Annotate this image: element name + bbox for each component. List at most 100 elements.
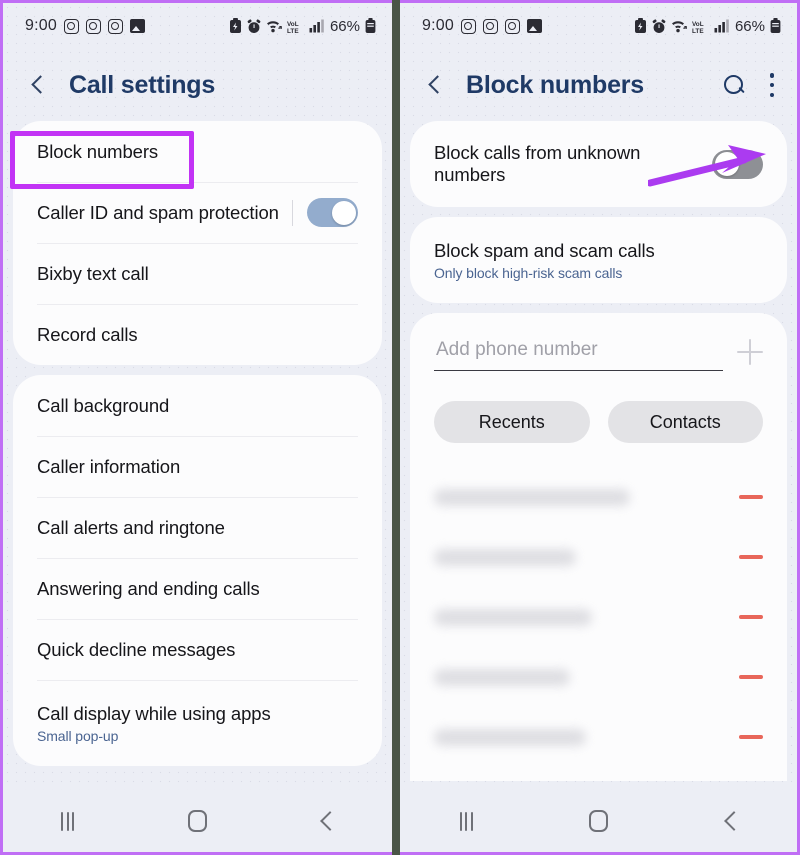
sidebar-item-caller-information[interactable]: Caller information	[13, 436, 382, 497]
sidebar-item-call-alerts-ringtone[interactable]: Call alerts and ringtone	[13, 497, 382, 558]
minus-icon[interactable]	[739, 675, 763, 679]
blocked-list-item[interactable]	[410, 467, 787, 527]
home-icon	[588, 810, 608, 832]
row-label: Call alerts and ringtone	[37, 516, 225, 538]
dual-screenshot-container: 9:00 VoL LTE 66% Call settings Block num…	[0, 0, 800, 855]
volte-icon: VoL LTE	[692, 19, 709, 34]
sidebar-item-call-background[interactable]: Call background	[13, 375, 382, 436]
row-label: Block spam and scam calls	[434, 239, 655, 261]
status-bar-right-cluster: VoL LTE 66%	[229, 18, 376, 35]
search-icon[interactable]	[721, 72, 747, 98]
caller-id-toggle[interactable]	[307, 198, 358, 227]
instagram-icon	[85, 18, 101, 34]
alarm-icon	[652, 18, 666, 34]
sidebar-item-caller-id-spam[interactable]: Caller ID and spam protection	[13, 182, 382, 243]
row-sublabel: Only block high-risk scam calls	[434, 264, 623, 281]
blurred-contact	[434, 608, 592, 626]
row-label: Quick decline messages	[37, 638, 236, 660]
add-number-line	[434, 339, 763, 371]
nav-home-button[interactable]	[563, 801, 633, 841]
sidebar-item-block-numbers[interactable]: Block numbers	[13, 121, 382, 182]
source-buttons-row: Recents Contacts	[410, 393, 787, 461]
minus-icon[interactable]	[739, 735, 763, 739]
instagram-icon	[504, 18, 520, 34]
row-text: Call display while using apps Small pop-…	[37, 703, 271, 744]
toggle-knob	[331, 200, 356, 225]
settings-group-1: Block numbers Caller ID and spam protect…	[13, 121, 382, 365]
blurred-contact	[434, 668, 570, 686]
row-text: Call alerts and ringtone	[37, 517, 225, 539]
blocked-list-item[interactable]	[410, 527, 787, 587]
sidebar-item-answering-ending-calls[interactable]: Answering and ending calls	[13, 558, 382, 619]
unknown-numbers-toggle[interactable]	[712, 149, 763, 179]
add-phone-number-input[interactable]	[434, 339, 723, 371]
alarm-icon	[247, 18, 261, 34]
sidebar-item-bixby-text-call[interactable]: Bixby text call	[13, 243, 382, 304]
toggle-wrap	[712, 149, 763, 179]
status-time: 9:00	[25, 17, 57, 34]
gallery-icon	[129, 19, 145, 33]
minus-icon[interactable]	[739, 615, 763, 619]
signal-strength-icon	[309, 19, 324, 33]
minus-icon[interactable]	[739, 495, 763, 499]
status-bar-right-cluster: VoL LTE 66%	[634, 18, 781, 35]
blurred-name	[434, 668, 570, 686]
toggle-wrap	[292, 198, 358, 227]
instagram-icon	[460, 18, 476, 34]
left-phone-screen: 9:00 VoL LTE 66% Call settings Block num…	[0, 0, 392, 855]
status-bar-left-cluster: 9:00	[422, 17, 542, 35]
blurred-name	[434, 548, 576, 566]
blurred-contact	[434, 728, 586, 746]
nav-home-button[interactable]	[162, 801, 232, 841]
row-label: Block calls from unknown numbers	[434, 142, 641, 185]
nav-bar-right	[400, 790, 797, 852]
status-bar-left: 9:00 VoL LTE 66%	[3, 3, 392, 49]
row-text: Block calls from unknown numbers	[434, 142, 679, 186]
block-spam-scam-row[interactable]: Block spam and scam calls Only block hig…	[410, 217, 787, 303]
minus-icon[interactable]	[739, 555, 763, 559]
toggle-knob	[714, 152, 739, 176]
sidebar-item-quick-decline-messages[interactable]: Quick decline messages	[13, 619, 382, 680]
instagram-icon	[107, 18, 123, 34]
back-chevron-icon[interactable]	[25, 72, 51, 98]
blocked-list-item[interactable]	[410, 587, 787, 647]
battery-icon	[770, 18, 781, 34]
blurred-name	[434, 488, 630, 506]
back-chevron-icon[interactable]	[422, 72, 448, 98]
blocked-list-item[interactable]	[410, 647, 787, 707]
recents-button[interactable]: Recents	[434, 401, 590, 443]
nav-recents-button[interactable]	[431, 801, 501, 841]
blocked-numbers-list	[410, 461, 787, 781]
row-sublabel: Small pop-up	[37, 727, 119, 744]
kebab-menu-icon[interactable]	[769, 73, 775, 97]
row-label: Call display while using apps	[37, 702, 271, 724]
nav-back-button[interactable]	[696, 801, 766, 841]
plus-icon[interactable]	[737, 339, 763, 365]
screenshot-divider	[392, 0, 400, 855]
nav-recents-button[interactable]	[33, 801, 103, 841]
status-bar-left-cluster: 9:00	[25, 17, 145, 35]
battery-icon	[365, 18, 376, 34]
blocked-list-item[interactable]	[410, 707, 787, 767]
recents-icon	[459, 811, 473, 831]
sidebar-item-record-calls[interactable]: Record calls	[13, 304, 382, 365]
gallery-icon	[526, 19, 542, 33]
right-phone-screen: 9:00 VoL LTE 66% Block numbers Block cal…	[400, 0, 800, 855]
nav-back-button[interactable]	[292, 801, 362, 841]
contacts-button[interactable]: Contacts	[607, 401, 763, 443]
spam-scam-card: Block spam and scam calls Only block hig…	[410, 217, 787, 303]
back-icon	[317, 811, 337, 831]
left-app-header: Call settings	[3, 49, 392, 121]
block-unknown-numbers-row[interactable]: Block calls from unknown numbers	[410, 121, 787, 207]
row-label: Block numbers	[37, 140, 159, 162]
row-text: Answering and ending calls	[37, 578, 260, 600]
blurred-contact	[434, 548, 576, 566]
sidebar-item-call-display-apps[interactable]: Call display while using apps Small pop-…	[13, 680, 382, 766]
nav-bar-left	[3, 790, 392, 852]
row-label: Caller ID and spam protection	[37, 201, 279, 223]
page-title: Block numbers	[466, 70, 645, 99]
blurred-name	[434, 728, 586, 746]
signal-strength-icon	[714, 19, 729, 33]
battery-percent-label: 66%	[734, 17, 765, 35]
row-label: Answering and ending calls	[37, 577, 260, 599]
